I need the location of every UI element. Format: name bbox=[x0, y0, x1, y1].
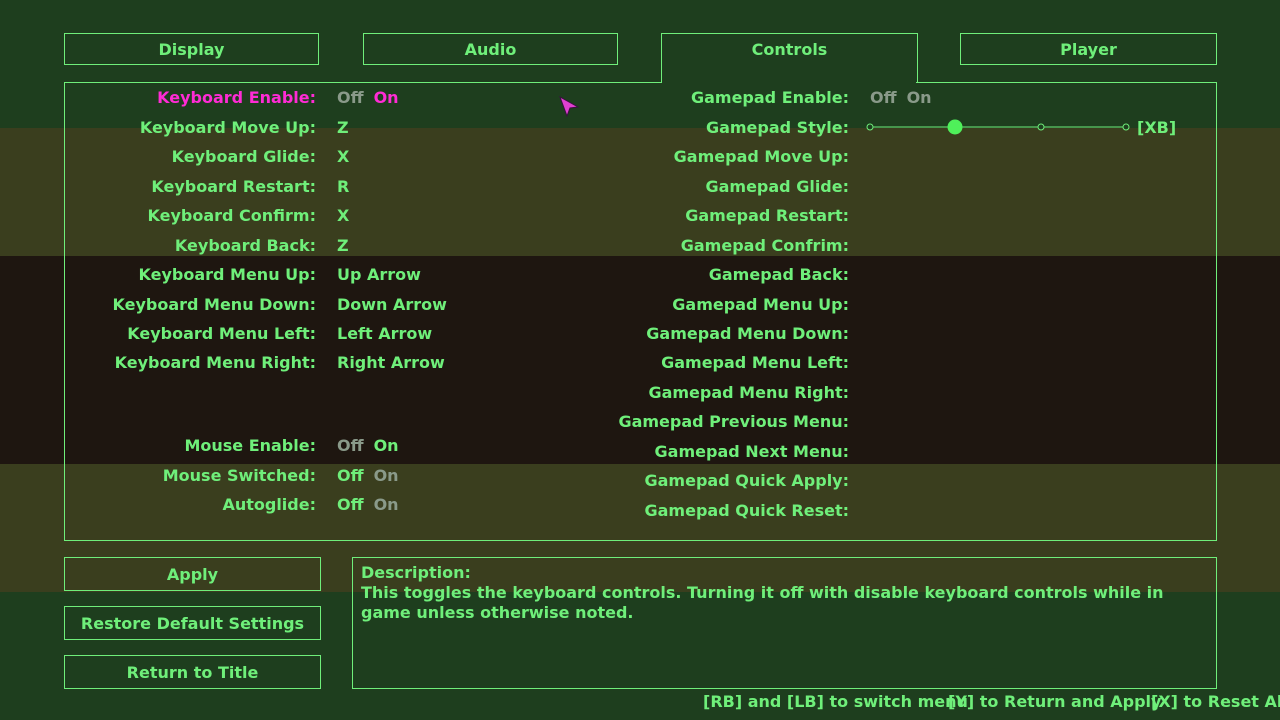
mouse-enable-off[interactable]: Off bbox=[337, 436, 364, 455]
slider-stop-2 bbox=[1037, 123, 1045, 131]
tab-display[interactable]: Display bbox=[64, 33, 319, 65]
keyboard-glide-value[interactable]: X bbox=[337, 147, 349, 167]
keyboard-move-up-label: Keyboard Move Up: bbox=[139, 118, 316, 137]
mouse-switched-label: Mouse Switched: bbox=[162, 466, 316, 485]
gamepad-style-value: [XB] bbox=[1137, 118, 1177, 137]
keyboard-restart-label: Keyboard Restart: bbox=[151, 177, 316, 196]
mouse-enable-on[interactable]: On bbox=[374, 436, 399, 455]
gamepad-enable-on[interactable]: On bbox=[907, 88, 932, 107]
autoglide-label: Autoglide: bbox=[222, 495, 316, 514]
gamepad-glide-label[interactable]: Gamepad Glide: bbox=[705, 177, 849, 197]
autoglide-off[interactable]: Off bbox=[337, 495, 364, 514]
tab-audio[interactable]: Audio bbox=[363, 33, 618, 65]
mouse-switched-on[interactable]: On bbox=[374, 466, 399, 485]
mouse-switched-toggle[interactable]: Off On bbox=[337, 466, 399, 486]
gamepad-back-label[interactable]: Gamepad Back: bbox=[709, 265, 849, 285]
gamepad-enable-toggle[interactable]: Off On bbox=[870, 88, 932, 108]
gamepad-quick-reset-label[interactable]: Gamepad Quick Reset: bbox=[645, 501, 850, 521]
autoglide-on[interactable]: On bbox=[374, 495, 399, 514]
slider-knob[interactable] bbox=[947, 119, 963, 135]
keyboard-menu-right-label: Keyboard Menu Right: bbox=[114, 353, 316, 372]
keyboard-menu-up-value[interactable]: Up Arrow bbox=[337, 265, 421, 285]
keyboard-menu-left-value[interactable]: Left Arrow bbox=[337, 324, 432, 344]
keyboard-enable-label: Keyboard Enable: bbox=[157, 88, 316, 107]
keyboard-menu-up-label: Keyboard Menu Up: bbox=[138, 265, 316, 284]
keyboard-menu-down-label: Keyboard Menu Down: bbox=[112, 295, 316, 314]
keyboard-menu-right-value[interactable]: Right Arrow bbox=[337, 353, 445, 373]
keyboard-confirm-value[interactable]: X bbox=[337, 206, 349, 226]
description-box: Description: This toggles the keyboard c… bbox=[352, 557, 1217, 689]
tab-player[interactable]: Player bbox=[960, 33, 1217, 65]
keyboard-glide-label: Keyboard Glide: bbox=[171, 147, 316, 166]
description-heading: Description: bbox=[361, 563, 471, 582]
return-to-title-button[interactable]: Return to Title bbox=[64, 655, 321, 689]
gamepad-restart-label[interactable]: Gamepad Restart: bbox=[685, 206, 849, 226]
gamepad-style-label: Gamepad Style: bbox=[705, 118, 849, 137]
keyboard-menu-down-value[interactable]: Down Arrow bbox=[337, 295, 447, 315]
slider-stop-0 bbox=[866, 123, 874, 131]
gamepad-style-slider[interactable] bbox=[866, 117, 1136, 137]
mouse-switched-off[interactable]: Off bbox=[337, 466, 364, 485]
keyboard-enable-on[interactable]: On bbox=[374, 88, 399, 107]
description-text: This toggles the keyboard controls. Turn… bbox=[361, 583, 1164, 622]
gamepad-move-up-label[interactable]: Gamepad Move Up: bbox=[674, 147, 849, 167]
hint-switch-menu: [RB] and [LB] to switch menu bbox=[703, 692, 968, 711]
hint-reset-all: [X] to Reset All. bbox=[1151, 692, 1280, 711]
gamepad-quick-apply-label[interactable]: Gamepad Quick Apply: bbox=[645, 471, 850, 491]
restore-defaults-button[interactable]: Restore Default Settings bbox=[64, 606, 321, 640]
slider-stop-3 bbox=[1122, 123, 1130, 131]
gamepad-menu-down-label[interactable]: Gamepad Menu Down: bbox=[646, 324, 849, 344]
keyboard-menu-left-label: Keyboard Menu Left: bbox=[127, 324, 316, 343]
gamepad-enable-off[interactable]: Off bbox=[870, 88, 897, 107]
keyboard-back-label: Keyboard Back: bbox=[174, 236, 316, 255]
autoglide-toggle[interactable]: Off On bbox=[337, 495, 399, 515]
keyboard-restart-value[interactable]: R bbox=[337, 177, 349, 197]
apply-button[interactable]: Apply bbox=[64, 557, 321, 591]
hint-return-apply: [Y] to Return and Apply bbox=[948, 692, 1162, 711]
keyboard-back-value[interactable]: Z bbox=[337, 236, 349, 256]
gamepad-confirm-label[interactable]: Gamepad Confrim: bbox=[681, 236, 849, 256]
keyboard-confirm-label: Keyboard Confirm: bbox=[147, 206, 317, 225]
gamepad-menu-up-label[interactable]: Gamepad Menu Up: bbox=[672, 295, 849, 315]
mouse-cursor-icon bbox=[559, 96, 580, 118]
gamepad-enable-label: Gamepad Enable: bbox=[690, 88, 849, 107]
gamepad-menu-right-label[interactable]: Gamepad Menu Right: bbox=[648, 383, 849, 403]
tab-controls[interactable]: Controls bbox=[661, 33, 918, 83]
gamepad-menu-left-label[interactable]: Gamepad Menu Left: bbox=[661, 353, 849, 373]
keyboard-enable-toggle[interactable]: Off On bbox=[337, 88, 399, 108]
mouse-enable-label: Mouse Enable: bbox=[184, 436, 316, 455]
mouse-enable-toggle[interactable]: Off On bbox=[337, 436, 399, 456]
keyboard-move-up-value[interactable]: Z bbox=[337, 118, 349, 138]
gamepad-next-menu-label[interactable]: Gamepad Next Menu: bbox=[655, 442, 849, 462]
gamepad-previous-menu-label[interactable]: Gamepad Previous Menu: bbox=[618, 412, 849, 432]
keyboard-enable-off[interactable]: Off bbox=[337, 88, 364, 107]
